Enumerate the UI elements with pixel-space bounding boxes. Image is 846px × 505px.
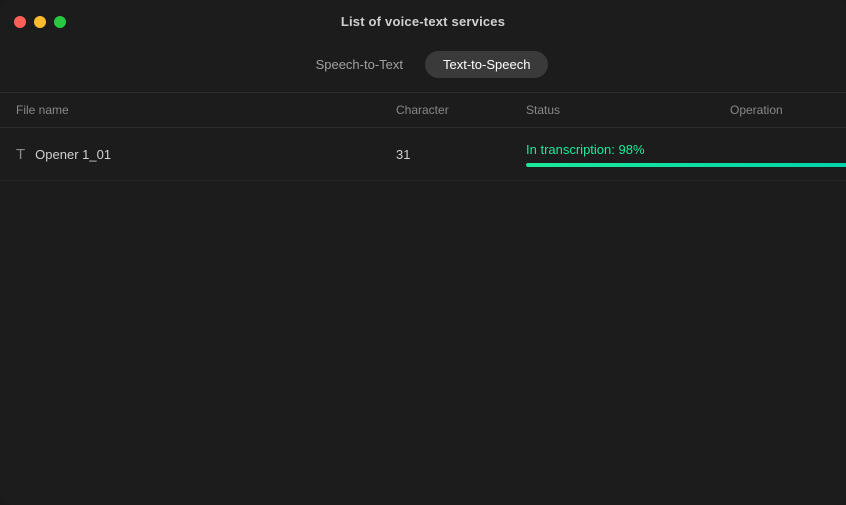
progress-bar-background [526, 163, 846, 167]
title-bar: List of voice-text services [0, 0, 846, 43]
tab-bar: Speech-to-Text Text-to-Speech [0, 43, 846, 92]
file-name: Opener 1_01 [35, 147, 111, 162]
header-file-name: File name [16, 103, 396, 117]
header-operation: Operation [730, 103, 830, 117]
file-type-icon: T [16, 146, 25, 163]
character-cell: 31 [396, 147, 526, 162]
table-container: File name Character Status Operation T O… [0, 92, 846, 505]
table-header: File name Character Status Operation [0, 92, 846, 128]
file-cell: T Opener 1_01 [16, 146, 396, 163]
progress-bar-fill [526, 163, 846, 167]
tab-speech-to-text[interactable]: Speech-to-Text [298, 51, 421, 78]
table-row: T Opener 1_01 31 In transcription: 98% [0, 128, 846, 181]
window-title: List of voice-text services [341, 14, 505, 29]
header-character: Character [396, 103, 526, 117]
status-text: In transcription: 98% [526, 142, 846, 157]
header-status: Status [526, 103, 730, 117]
close-button[interactable] [14, 16, 26, 28]
main-window: List of voice-text services Speech-to-Te… [0, 0, 846, 505]
status-cell: In transcription: 98% [526, 142, 846, 167]
tab-text-to-speech[interactable]: Text-to-Speech [425, 51, 548, 78]
maximize-button[interactable] [54, 16, 66, 28]
minimize-button[interactable] [34, 16, 46, 28]
window-controls [14, 16, 66, 28]
